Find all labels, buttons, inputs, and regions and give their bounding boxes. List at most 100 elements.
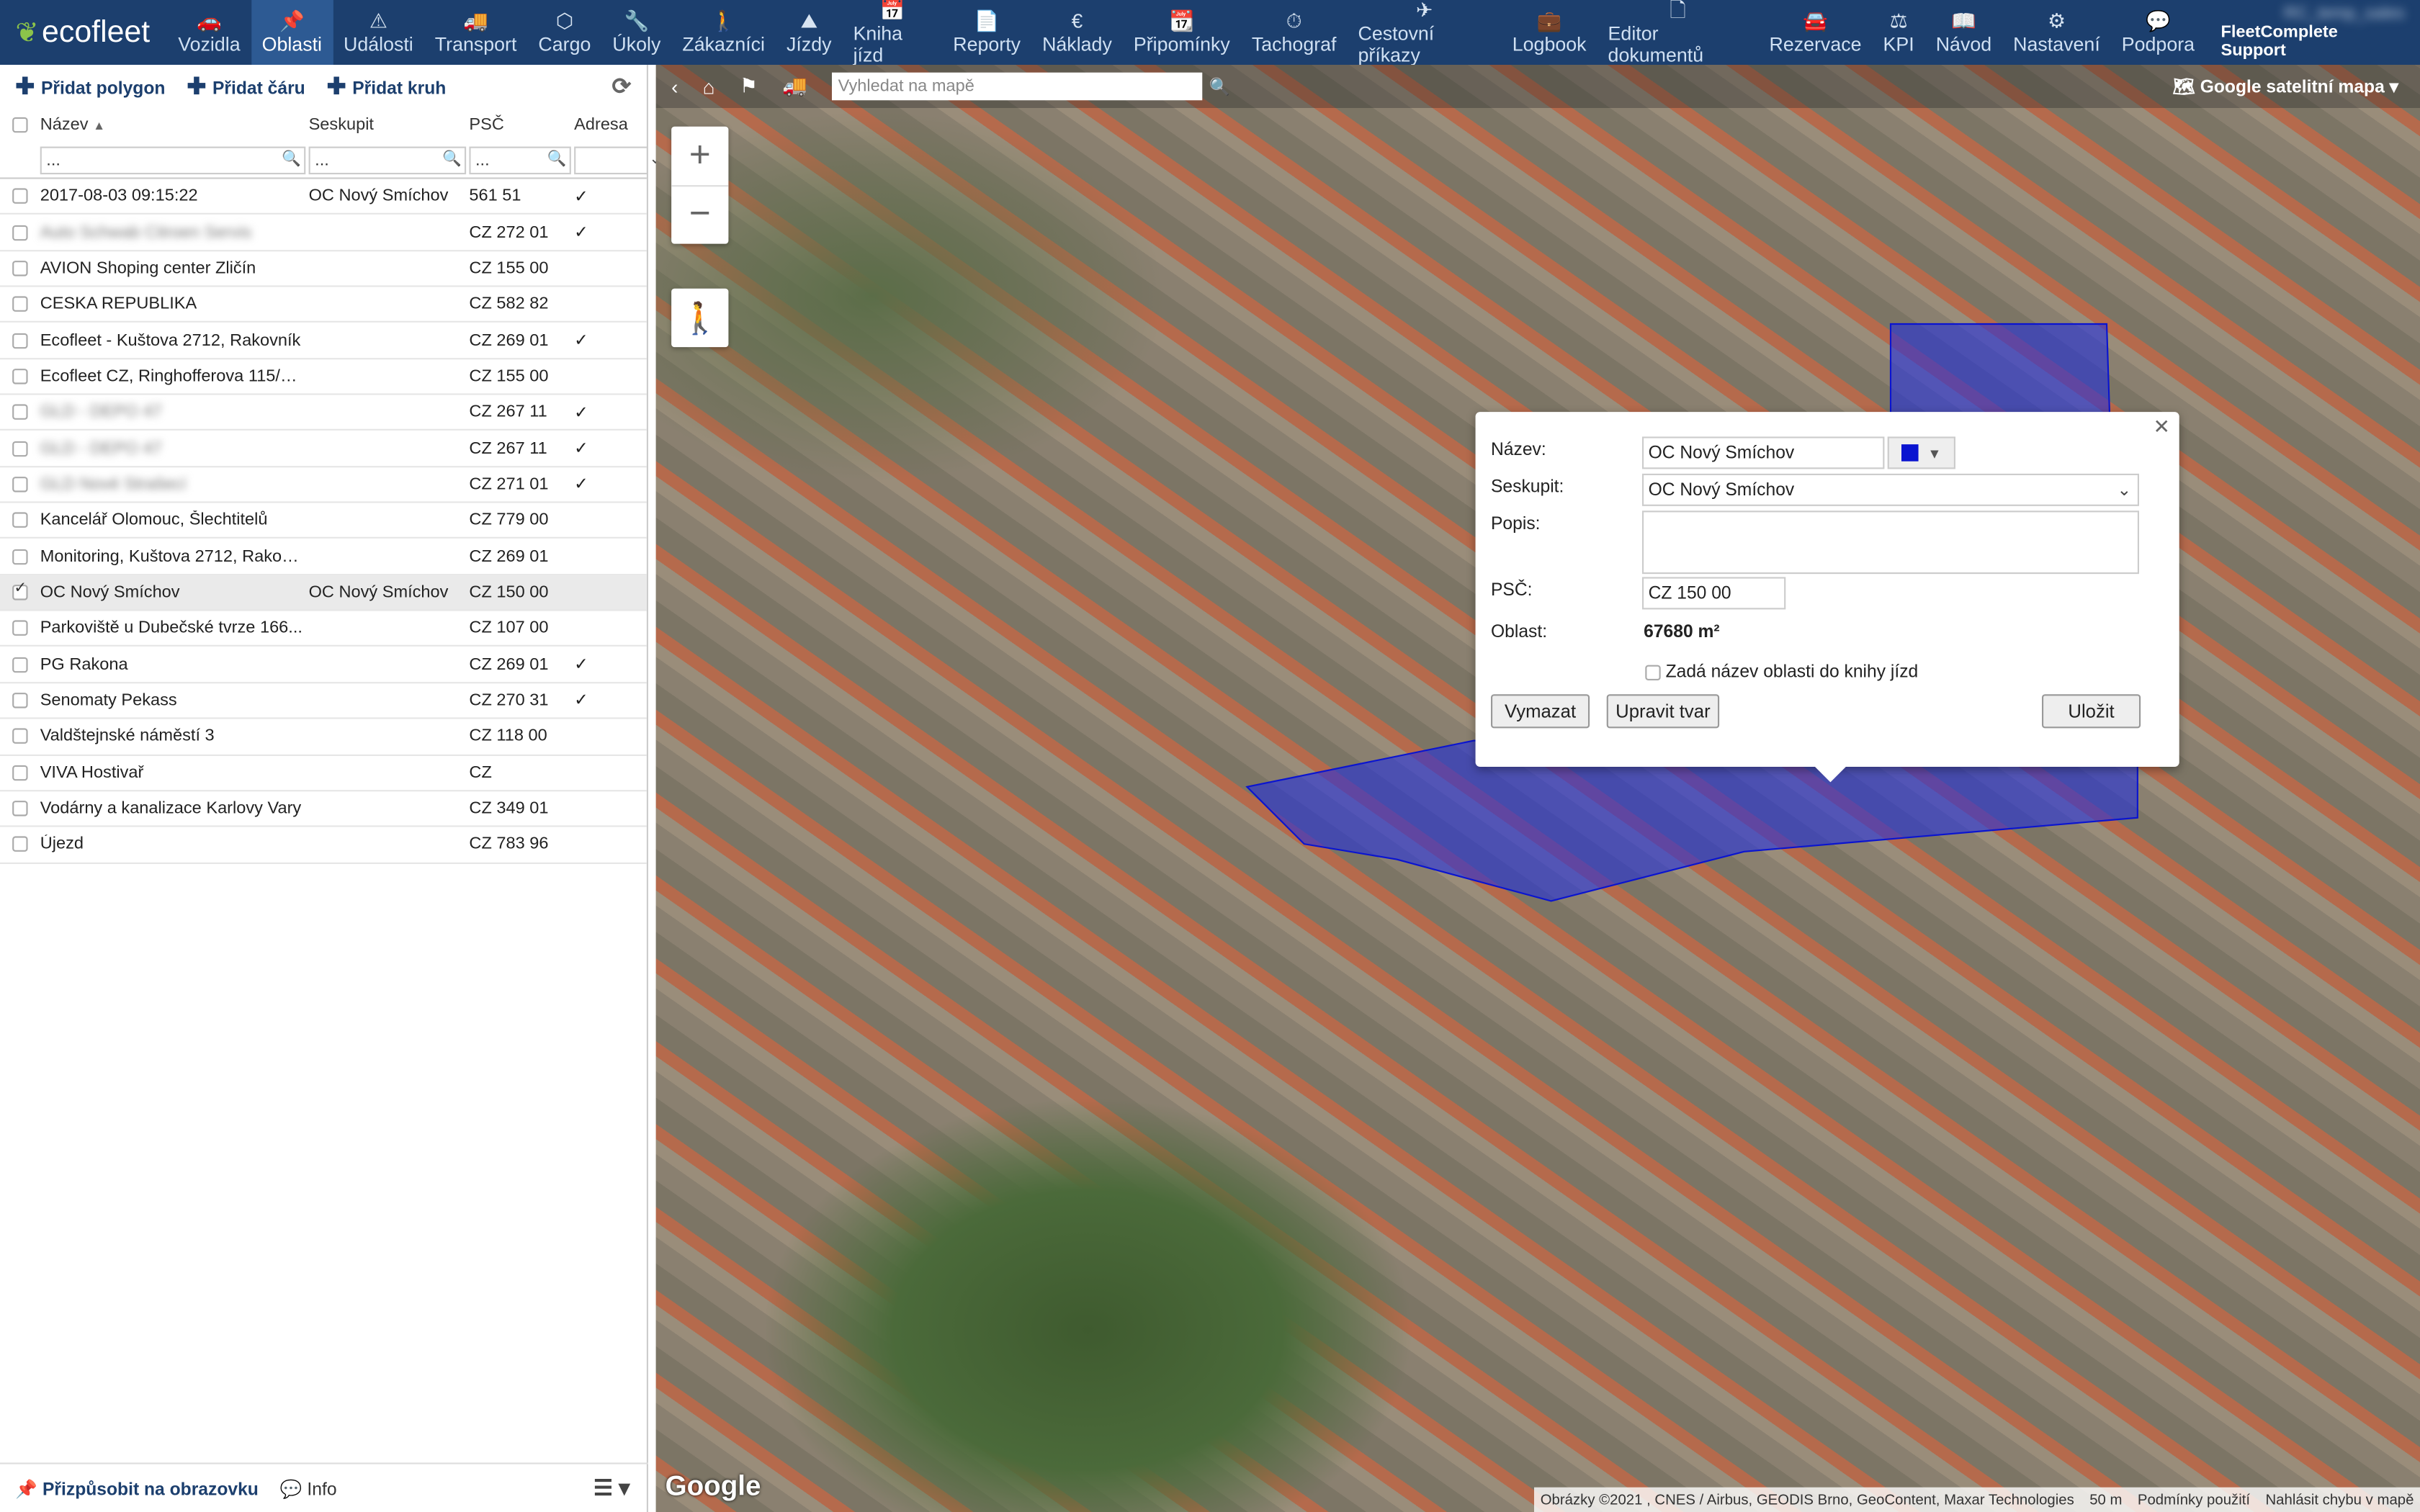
nav-item-logbook[interactable]: 💼 Logbook bbox=[1502, 0, 1597, 65]
row-checkbox[interactable] bbox=[12, 513, 28, 528]
table-row[interactable]: GLD - DEPO 47 CZ 267 11 ✓ bbox=[0, 395, 647, 431]
table-row[interactable]: Kancelář Olomouc, Šlechtitelů CZ 779 00 bbox=[0, 503, 647, 539]
zoom-in-button[interactable]: + bbox=[671, 127, 729, 186]
nav-item-cestovní-příkazy[interactable]: ✈ Cestovní příkazy bbox=[1348, 0, 1502, 66]
map-type-selector[interactable]: 🗺 Google satelitní mapa ▾ bbox=[2173, 76, 2398, 97]
info-button[interactable]: 💬 Info bbox=[280, 1477, 337, 1499]
column-group-header[interactable]: Seskupit bbox=[309, 116, 470, 135]
column-zip-header[interactable]: PSČ bbox=[469, 116, 574, 135]
nav-item-úkoly[interactable]: 🔧 Úkoly bbox=[601, 0, 671, 65]
table-row[interactable]: GLD - DEPO 47 CZ 267 11 ✓ bbox=[0, 431, 647, 467]
add-polygon-button[interactable]: ✚ Přidat polygon bbox=[15, 73, 165, 100]
table-row[interactable]: Auto Schwab Citroen Servis CZ 272 01 ✓ bbox=[0, 215, 647, 251]
nav-item-transport[interactable]: 🚚 Transport bbox=[424, 0, 528, 65]
row-checkbox[interactable] bbox=[12, 621, 28, 636]
terms-link[interactable]: Podmínky použití bbox=[2138, 1491, 2250, 1508]
table-row[interactable]: VIVA Hostivař CZ bbox=[0, 755, 647, 791]
row-checkbox[interactable] bbox=[12, 657, 28, 672]
nav-item-události[interactable]: ⚠ Události bbox=[333, 0, 424, 65]
nav-item-náklady[interactable]: € Náklady bbox=[1031, 0, 1123, 65]
table-row[interactable]: Valdštejnské náměstí 3 CZ 118 00 bbox=[0, 719, 647, 755]
row-checkbox[interactable] bbox=[12, 225, 28, 240]
nav-item-nastavení[interactable]: ⚙ Nastavení bbox=[2002, 0, 2111, 65]
table-row[interactable]: Monitoring, Kuštova 2712, Rakovník CZ 269… bbox=[0, 539, 647, 575]
name-field[interactable]: OC Nový Smíchov bbox=[1642, 436, 1885, 469]
fit-to-screen-button[interactable]: 📌 Přizpůsobit na obrazovku bbox=[15, 1477, 258, 1499]
color-picker[interactable]: ▼ bbox=[1887, 436, 1955, 469]
nav-item-vozidla[interactable]: 🚗 Vozidla bbox=[167, 0, 251, 65]
row-checkbox[interactable] bbox=[12, 369, 28, 384]
tripbook-checkbox-row[interactable]: Zadá název oblasti do knihy jízd bbox=[1645, 663, 1918, 682]
row-checkbox[interactable] bbox=[12, 580, 28, 600]
map-search-input[interactable]: Vyhledat na mapě 🔍 bbox=[832, 72, 1230, 101]
row-checkbox[interactable] bbox=[12, 693, 28, 708]
nav-item-editor-dokumentů[interactable]: 🗋 Editor dokumentů bbox=[1597, 0, 1759, 66]
table-row[interactable]: 2017-08-03 09:15:22 OC Nový Smíchov 561 51… bbox=[0, 179, 647, 215]
report-error-link[interactable]: Nahlásit chybu v mapě bbox=[2265, 1491, 2414, 1508]
row-checkbox[interactable] bbox=[12, 261, 28, 276]
flag-icon[interactable]: ⚑ bbox=[740, 74, 758, 99]
nav-item-oblasti[interactable]: 📌 Oblasti bbox=[251, 0, 333, 65]
nav-item-podpora[interactable]: 💬 Podpora bbox=[2111, 0, 2205, 65]
add-circle-button[interactable]: ✚ Přidat kruh bbox=[327, 73, 447, 100]
group-filter-input[interactable]: ... 🔍 bbox=[308, 145, 467, 174]
address-filter-select[interactable]: ⌄ bbox=[574, 145, 662, 174]
search-icon[interactable]: 🔍 bbox=[1209, 76, 1230, 96]
table-row[interactable]: Ecofleet - Kuštova 2712, Rakovník CZ 269 … bbox=[0, 323, 647, 359]
nav-item-jízdy[interactable]: ⛰ Jízdy bbox=[776, 0, 843, 65]
ecofleet-logo[interactable]: ❦ ecofleet bbox=[0, 0, 167, 65]
description-field[interactable] bbox=[1642, 510, 2139, 575]
row-checkbox[interactable] bbox=[12, 729, 28, 744]
tripbook-checkbox[interactable] bbox=[1645, 665, 1661, 680]
truck-icon[interactable]: 🚚 bbox=[782, 74, 807, 99]
row-checkbox[interactable] bbox=[12, 477, 28, 492]
google-logo[interactable]: Google bbox=[666, 1470, 761, 1503]
save-button[interactable]: Uložit bbox=[2042, 694, 2141, 729]
nav-item-cargo[interactable]: ⬡ Cargo bbox=[527, 0, 601, 65]
row-checkbox[interactable] bbox=[12, 765, 28, 780]
refresh-icon[interactable]: ⟳ bbox=[611, 73, 631, 100]
nav-item-připomínky[interactable]: 📆 Připomínky bbox=[1123, 0, 1241, 65]
table-row[interactable]: OC Nový Smíchov OC Nový Smíchov CZ 150 00 bbox=[0, 575, 647, 611]
home-icon[interactable]: ⌂ bbox=[703, 75, 715, 98]
row-checkbox[interactable] bbox=[12, 188, 28, 204]
chevron-left-icon[interactable]: ‹ bbox=[671, 75, 678, 98]
add-line-button[interactable]: ✚ Přidat čáru bbox=[187, 73, 305, 100]
table-row[interactable]: Senomaty Pekass CZ 270 31 ✓ bbox=[0, 683, 647, 719]
zoom-out-button[interactable]: − bbox=[671, 186, 728, 243]
column-name-header[interactable]: Název ▲ bbox=[40, 116, 309, 135]
nav-item-kpi[interactable]: ⚖ KPI bbox=[1873, 0, 1925, 65]
edit-shape-button[interactable]: Upravit tvar bbox=[1606, 694, 1720, 729]
close-icon[interactable]: ✕ bbox=[2153, 415, 2169, 439]
delete-button[interactable]: Vymazat bbox=[1491, 694, 1590, 729]
nav-item-kniha-jízd[interactable]: 📅 Kniha jízd bbox=[843, 0, 943, 66]
table-row[interactable]: PG Rakona CZ 269 01 ✓ bbox=[0, 647, 647, 683]
row-checkbox[interactable] bbox=[12, 405, 28, 420]
table-row[interactable]: CESKA REPUBLIKA CZ 582 82 bbox=[0, 287, 647, 323]
nav-item-návod[interactable]: 📖 Návod bbox=[1925, 0, 2002, 65]
name-filter-input[interactable]: ... 🔍 bbox=[40, 145, 306, 174]
column-address-header[interactable]: Adresa bbox=[574, 116, 648, 135]
nav-item-reporty[interactable]: 📄 Reporty bbox=[942, 0, 1031, 65]
table-row[interactable]: Ecofleet CZ, Ringhofferova 115/1,... CZ 1… bbox=[0, 359, 647, 395]
zip-field[interactable]: CZ 150 00 bbox=[1642, 577, 1786, 610]
row-checkbox[interactable] bbox=[12, 441, 28, 456]
row-checkbox[interactable] bbox=[12, 801, 28, 816]
user-menu[interactable]: RC_temp_sales FleetComplete Support bbox=[2205, 0, 2420, 65]
table-row[interactable]: Újezd CZ 783 96 bbox=[0, 827, 647, 863]
nav-item-zákazníci[interactable]: 🚶 Zákazníci bbox=[671, 0, 776, 65]
table-row[interactable]: GLD Nové Strašecí CZ 271 01 ✓ bbox=[0, 467, 647, 503]
zip-filter-input[interactable]: ... 🔍 bbox=[469, 145, 571, 174]
list-menu-icon[interactable]: ☰ ▾ bbox=[593, 1475, 629, 1501]
nav-item-rezervace[interactable]: 🚘 Rezervace bbox=[1758, 0, 1872, 65]
row-checkbox[interactable] bbox=[12, 549, 28, 564]
map-scale[interactable]: 50 m bbox=[2089, 1491, 2122, 1508]
group-select[interactable]: OC Nový Smíchov ⌄ bbox=[1642, 473, 2139, 506]
row-checkbox[interactable] bbox=[12, 333, 28, 348]
map-view[interactable]: ‹ ⌂ ⚑ 🚚 Vyhledat na mapě 🔍 🗺 Google satel… bbox=[655, 65, 2420, 1512]
table-row[interactable]: Vodárny a kanalizace Karlovy Vary CZ 349 … bbox=[0, 791, 647, 827]
area-polygon-north[interactable] bbox=[1889, 323, 2111, 420]
street-view-pegman-icon[interactable]: 🚶 bbox=[671, 288, 729, 348]
nav-item-tachograf[interactable]: ⏱ Tachograf bbox=[1241, 0, 1348, 65]
select-all-checkbox[interactable] bbox=[12, 117, 28, 133]
